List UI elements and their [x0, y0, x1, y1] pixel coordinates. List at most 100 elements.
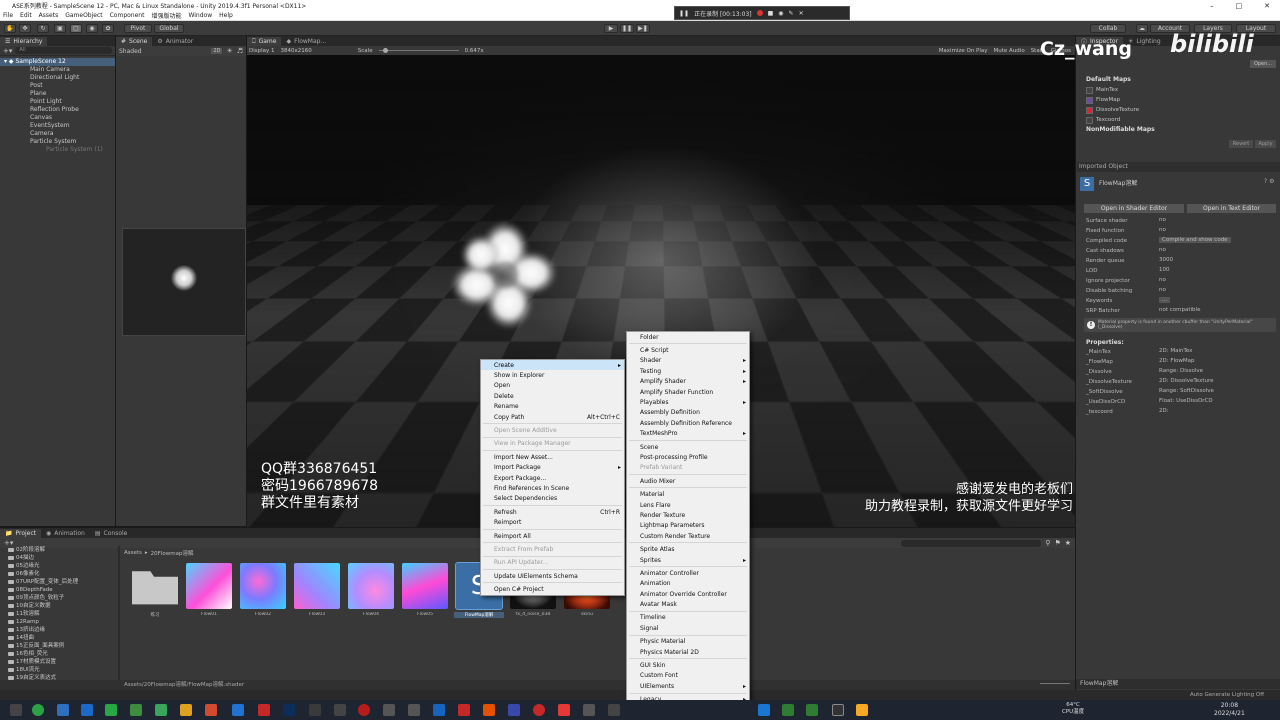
texture-slot[interactable]: DissolveTexture	[1086, 105, 1139, 115]
app-icon[interactable]	[180, 704, 192, 716]
menu-item[interactable]: Amplify Shader Function	[627, 387, 749, 397]
menu-item[interactable]: Sprite Atlas	[627, 544, 749, 554]
apply-button[interactable]: Apply	[1255, 140, 1276, 148]
menu-item[interactable]: Timeline	[627, 613, 749, 623]
app-icon[interactable]	[433, 704, 445, 716]
menu-item[interactable]: Refresh Ctrl+R	[481, 507, 624, 517]
menu-item[interactable]: Lens Flare	[627, 500, 749, 510]
wechat-icon[interactable]	[32, 704, 44, 716]
hierarchy-item[interactable]: Reflection Probe	[0, 106, 115, 114]
scale-tool-icon[interactable]: ▣	[54, 24, 66, 33]
folder-icon[interactable]	[856, 704, 868, 716]
scale-slider-thumb[interactable]	[382, 48, 388, 53]
collab-button[interactable]: Collab	[1090, 24, 1126, 33]
resolution-dropdown[interactable]: 3840x2160	[281, 48, 312, 54]
menu-item[interactable]: Rename	[481, 402, 624, 412]
scene-preview[interactable]	[122, 228, 246, 336]
transform-tool-icon[interactable]: ◉	[86, 24, 98, 33]
breadcrumb-item[interactable]: Assets	[124, 550, 142, 556]
hierarchy-item[interactable]: Camera	[0, 130, 115, 138]
revert-button[interactable]: Revert	[1229, 140, 1253, 148]
tab-project[interactable]: 📁 Project	[0, 529, 42, 538]
shader-info-button[interactable]: Compile and show code	[1159, 237, 1231, 243]
menu-item[interactable]: Select Dependencies	[481, 494, 624, 504]
folder-tree-item[interactable]: 10自定义数据	[0, 602, 118, 610]
play-icon[interactable]: ▶	[604, 24, 618, 33]
camera-icon[interactable]: ◉	[778, 10, 783, 17]
menu-item[interactable]: Help	[219, 12, 233, 19]
close-icon[interactable]: ✕	[799, 10, 804, 17]
menu-item[interactable]: C# Script	[627, 345, 749, 355]
app-icon[interactable]	[358, 704, 370, 716]
menu-item[interactable]: Animator Controller	[627, 568, 749, 578]
app-icon[interactable]	[558, 704, 570, 716]
menu-item[interactable]: Shader ▸	[627, 356, 749, 366]
app-icon[interactable]	[383, 704, 395, 716]
app-icon[interactable]	[782, 704, 794, 716]
menu-item[interactable]: Avatar Mask	[627, 599, 749, 609]
app-icon[interactable]	[408, 704, 420, 716]
menu-item[interactable]: Copy Path Alt+Ctrl+C	[481, 412, 624, 422]
menu-item[interactable]: 增强版功能	[151, 11, 181, 20]
menu-item[interactable]: Render Texture	[627, 510, 749, 520]
custom-tool-icon[interactable]: ✿	[102, 24, 114, 33]
tab-animation[interactable]: ◉ Animation	[41, 529, 90, 538]
hierarchy-item[interactable]: EventSystem	[0, 122, 115, 130]
display-dropdown[interactable]: Display 1	[249, 48, 275, 54]
folder-tree-item[interactable]: 13挤出边缘	[0, 626, 118, 634]
menu-item[interactable]: Import Package ▸	[481, 463, 624, 473]
hand-tool-icon[interactable]: ✋	[4, 24, 16, 33]
texture-slot[interactable]: Texcoord	[1086, 115, 1139, 125]
filter-icon[interactable]: ⚲	[1045, 539, 1050, 547]
menu-item[interactable]: TextMeshPro ▸	[627, 429, 749, 439]
app-icon[interactable]	[105, 704, 117, 716]
menu-item[interactable]: Custom Render Texture	[627, 531, 749, 541]
menu-item[interactable]: Sprites ▸	[627, 555, 749, 565]
folder-tree-item[interactable]: 09顶点颜色_软粒子	[0, 594, 118, 602]
asset-item[interactable]: Flow01	[184, 563, 234, 617]
app-icon[interactable]	[533, 704, 545, 716]
tab-hierarchy[interactable]: ☰ Hierarchy	[0, 37, 48, 46]
app-icon[interactable]	[508, 704, 520, 716]
scene-root[interactable]: ▾ ◆ SampleScene 12	[0, 58, 115, 66]
breadcrumb-item[interactable]: 20Flowmap溶解	[151, 549, 194, 557]
menu-item[interactable]: Show in Explorer	[481, 370, 624, 380]
hierarchy-item[interactable]: Main Camera	[0, 66, 115, 74]
folder-tree-item[interactable]: 04描边	[0, 554, 118, 562]
hierarchy-item[interactable]: Particle System (1)	[0, 146, 115, 154]
tab-flowmap[interactable]: ◆ FlowMap...	[281, 37, 331, 46]
unity-icon[interactable]	[832, 704, 844, 716]
menu-item[interactable]: Audio Mixer	[627, 476, 749, 486]
pause-icon[interactable]: ❚❚	[679, 10, 689, 17]
minimize-icon[interactable]: –	[1210, 2, 1214, 10]
folder-tree-item[interactable]: 07URP配置_变体_后处理	[0, 578, 118, 586]
texture-slot[interactable]: MainTex	[1086, 85, 1139, 95]
star-icon[interactable]: ★	[1065, 539, 1071, 547]
menu-item[interactable]: Open	[481, 381, 624, 391]
light-icon[interactable]: ☀	[226, 47, 232, 55]
pause-icon[interactable]: ❚❚	[620, 24, 634, 33]
shading-mode-dropdown[interactable]: Shaded	[119, 48, 142, 55]
folder-tree-item[interactable]: 15正反面_面具案例	[0, 642, 118, 650]
menu-item[interactable]: Delete	[481, 391, 624, 401]
menu-item[interactable]: Physic Material	[627, 637, 749, 647]
menu-item[interactable]: GUI Skin	[627, 660, 749, 670]
menu-item[interactable]: Create ▸	[481, 360, 624, 371]
folder-tree-item[interactable]: 14扭曲	[0, 634, 118, 642]
app-icon[interactable]	[583, 704, 595, 716]
app-icon[interactable]	[608, 704, 620, 716]
menu-item[interactable]: Reimport All	[481, 531, 624, 541]
asset-item[interactable]: Flow02	[238, 563, 288, 617]
menu-item[interactable]: GameObject	[65, 12, 102, 19]
tab-game[interactable]: ⎕ Game	[247, 37, 282, 46]
tab-scene[interactable]: # Scene	[116, 37, 153, 46]
hierarchy-item[interactable]: Particle System	[0, 138, 115, 146]
tab-animator[interactable]: ⚙ Animator	[152, 37, 198, 46]
app-icon[interactable]	[232, 704, 244, 716]
close-icon[interactable]: ✕	[1264, 2, 1270, 10]
hierarchy-item[interactable]: Directional Light	[0, 74, 115, 82]
menu-item[interactable]: Physics Material 2D	[627, 647, 749, 657]
menu-item[interactable]: Update UIElements Schema	[481, 571, 624, 581]
menu-item[interactable]: Assembly Definition Reference	[627, 418, 749, 428]
open-shader-editor-button[interactable]: Open in Shader Editor	[1084, 204, 1184, 213]
